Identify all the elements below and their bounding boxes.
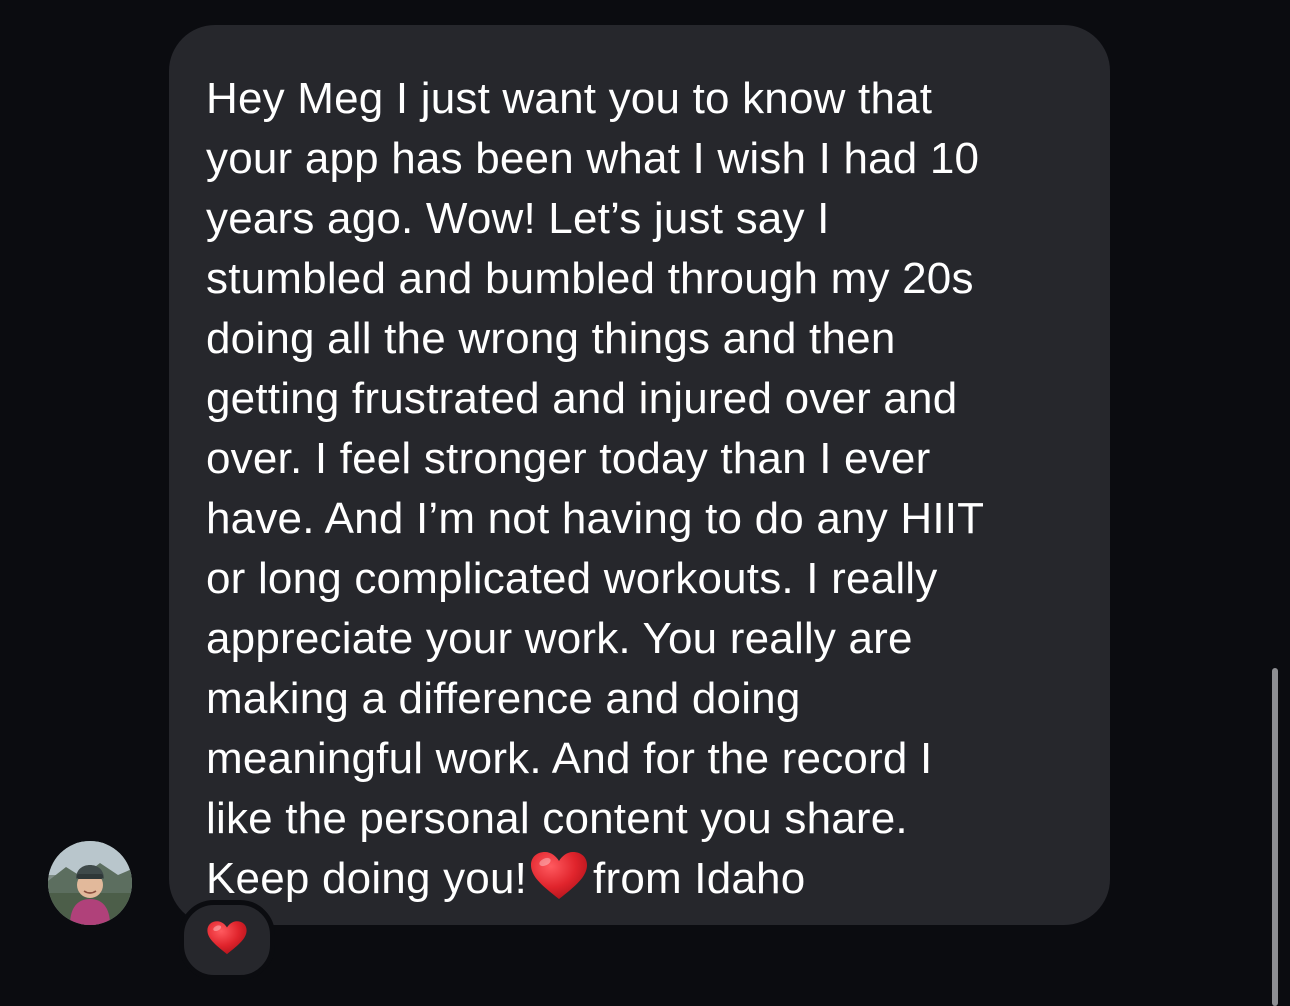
message-line: meaningful work. And for the record I [206,734,933,783]
message-line: have. And I’m not having to do any HIIT [206,494,985,543]
message-text: Hey Meg I just want you to know that you… [206,69,1076,909]
message-text-before-emoji: Keep doing you! [206,854,528,903]
message-line: Hey Meg I just want you to know that [206,74,933,123]
message-line-last: Keep doing you! from Idaho [206,849,1076,909]
message-line: stumbled and bumbled through my 20s [206,254,974,303]
message-line: making a difference and doing [206,674,801,723]
message-line: over. I feel stronger today than I ever [206,434,931,483]
message-line: your app has been what I wish I had 10 [206,134,980,183]
message-line: years ago. Wow! Let’s just say I [206,194,830,243]
message-line: or long complicated workouts. I really [206,554,938,603]
scrollbar-thumb[interactable] [1272,668,1278,1006]
message-bubble[interactable]: Hey Meg I just want you to know that you… [169,25,1110,925]
message-text-after-emoji: from Idaho [593,854,806,903]
red-heart-icon [529,851,589,901]
red-heart-icon [206,920,248,961]
message-line: like the personal content you share. [206,794,908,843]
message-line: getting frustrated and injured over and [206,374,958,423]
message-line: appreciate your work. You really are [206,614,913,663]
avatar-photo [48,841,132,925]
avatar[interactable] [48,841,132,925]
message-thread[interactable]: Hey Meg I just want you to know that you… [0,0,1290,1006]
reaction-badge[interactable] [179,900,275,980]
message-line: doing all the wrong things and then [206,314,896,363]
